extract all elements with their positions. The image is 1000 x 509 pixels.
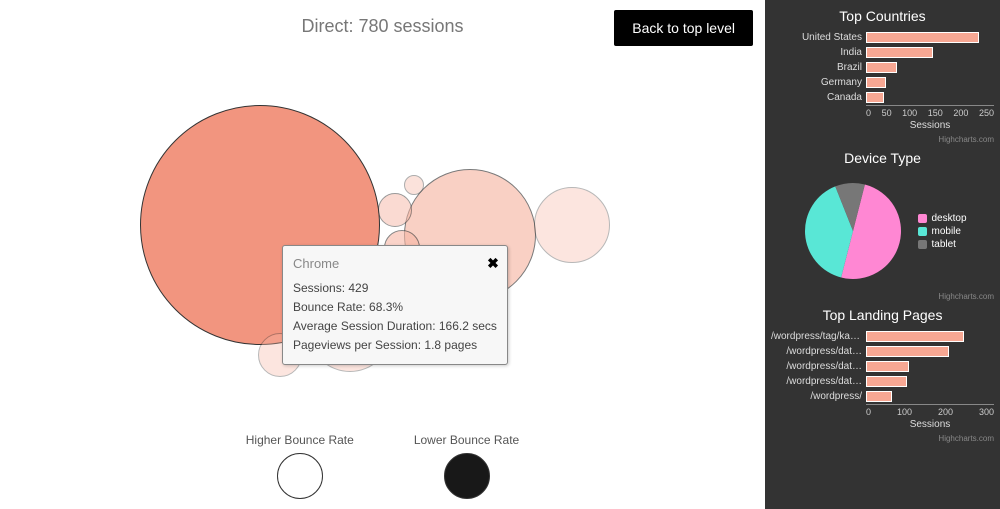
- axis-tick: 200: [938, 407, 953, 417]
- bar-label: /wordpress/dat…: [771, 376, 866, 387]
- tooltip-sessions: Sessions: 429: [293, 279, 497, 298]
- bar-row[interactable]: Brazil: [771, 60, 994, 75]
- back-to-top-button[interactable]: Back to top level: [614, 10, 753, 46]
- landing-panel: Top Landing Pages /wordpress/tag/kaggle/…: [765, 303, 1000, 434]
- landing-credit[interactable]: Highcharts.com: [765, 434, 1000, 445]
- tooltip-title: Chrome: [293, 254, 497, 275]
- bar-fill: [866, 62, 897, 73]
- sidebar: Top Countries United States India Brazil Ge…: [765, 0, 1000, 509]
- bar-fill: [866, 391, 892, 402]
- bar-label: United States: [771, 32, 866, 43]
- bar-fill: [866, 361, 909, 372]
- axis-tick: 50: [882, 108, 892, 118]
- bar-label: /wordpress/: [771, 391, 866, 402]
- axis-tick: 300: [979, 407, 994, 417]
- countries-title: Top Countries: [771, 8, 994, 24]
- bar-row[interactable]: /wordpress/tag/kaggle/: [771, 329, 994, 344]
- tooltip-duration: Average Session Duration: 166.2 secs: [293, 317, 497, 336]
- bar-fill: [866, 47, 933, 58]
- legend-higher: Higher Bounce Rate: [246, 433, 354, 499]
- landing-axis: 0 100 200 300: [866, 404, 994, 417]
- swatch-tablet: [918, 240, 927, 249]
- device-legend: desktop mobile tablet: [918, 212, 966, 251]
- bar-label: Germany: [771, 77, 866, 88]
- axis-tick: 250: [979, 108, 994, 118]
- device-panel: Device Type desktop mobile tablet: [765, 146, 1000, 292]
- legend-higher-label: Higher Bounce Rate: [246, 433, 354, 447]
- countries-credit[interactable]: Highcharts.com: [765, 135, 1000, 146]
- axis-tick: 150: [928, 108, 943, 118]
- bar-label: /wordpress/dat…: [771, 361, 866, 372]
- bar-row[interactable]: /wordpress/dat…: [771, 374, 994, 389]
- bar-fill: [866, 77, 886, 88]
- bar-row[interactable]: Canada: [771, 90, 994, 105]
- legend-tablet-label: tablet: [931, 238, 955, 251]
- bar-row[interactable]: /wordpress/: [771, 389, 994, 404]
- bar-label: India: [771, 47, 866, 58]
- bar-label: Canada: [771, 92, 866, 103]
- legend-desktop-label: desktop: [931, 212, 966, 225]
- bar-label: Brazil: [771, 62, 866, 73]
- bar-row[interactable]: India: [771, 45, 994, 60]
- bar-row[interactable]: /wordpress/dat…: [771, 359, 994, 374]
- countries-panel: Top Countries United States India Brazil Ge…: [765, 4, 1000, 135]
- legend-lower-label: Lower Bounce Rate: [414, 433, 519, 447]
- bar-fill: [866, 346, 949, 357]
- bubble-b4[interactable]: [378, 193, 412, 227]
- landing-bars: /wordpress/tag/kaggle/ /wordpress/dat… /wo…: [771, 329, 994, 404]
- bubble-b7[interactable]: [404, 175, 424, 195]
- tooltip-pageviews: Pageviews per Session: 1.8 pages: [293, 336, 497, 355]
- axis-tick: 0: [866, 108, 871, 118]
- axis-tick: 100: [897, 407, 912, 417]
- legend-tablet[interactable]: tablet: [918, 238, 966, 251]
- legend-mobile-label: mobile: [931, 225, 960, 238]
- legend-lower-swatch: [444, 453, 490, 499]
- bar-row[interactable]: United States: [771, 30, 994, 45]
- countries-bars: United States India Brazil Germany Canada: [771, 30, 994, 105]
- axis-tick: 200: [953, 108, 968, 118]
- legend-mobile[interactable]: mobile: [918, 225, 966, 238]
- bounce-legend: Higher Bounce Rate Lower Bounce Rate: [0, 433, 765, 499]
- bar-label: /wordpress/tag/kaggle/: [771, 331, 866, 342]
- device-title: Device Type: [771, 150, 994, 166]
- bubble-chart-panel: Direct: 780 sessions Back to top level ✖…: [0, 0, 765, 509]
- landing-title: Top Landing Pages: [771, 307, 994, 323]
- bar-fill: [866, 331, 964, 342]
- bubble-tooltip: ✖ Chrome Sessions: 429 Bounce Rate: 68.3…: [282, 245, 508, 365]
- legend-lower: Lower Bounce Rate: [414, 433, 519, 499]
- countries-axis-label: Sessions: [866, 120, 994, 131]
- landing-axis-label: Sessions: [866, 419, 994, 430]
- swatch-mobile: [918, 227, 927, 236]
- bar-label: /wordpress/dat…: [771, 346, 866, 357]
- device-credit[interactable]: Highcharts.com: [765, 292, 1000, 303]
- swatch-desktop: [918, 214, 927, 223]
- bar-fill: [866, 32, 979, 43]
- legend-desktop[interactable]: desktop: [918, 212, 966, 225]
- axis-tick: 100: [902, 108, 917, 118]
- bar-fill: [866, 376, 907, 387]
- countries-axis: 0 50 100 150 200 250: [866, 105, 994, 118]
- close-icon[interactable]: ✖: [487, 252, 499, 274]
- bar-fill: [866, 92, 884, 103]
- axis-tick: 0: [866, 407, 871, 417]
- device-pie[interactable]: [798, 176, 908, 286]
- bar-row[interactable]: /wordpress/dat…: [771, 344, 994, 359]
- bubble-b3[interactable]: [534, 187, 610, 263]
- tooltip-bounce: Bounce Rate: 68.3%: [293, 298, 497, 317]
- legend-higher-swatch: [277, 453, 323, 499]
- bubble-stage[interactable]: [0, 50, 765, 424]
- bar-row[interactable]: Germany: [771, 75, 994, 90]
